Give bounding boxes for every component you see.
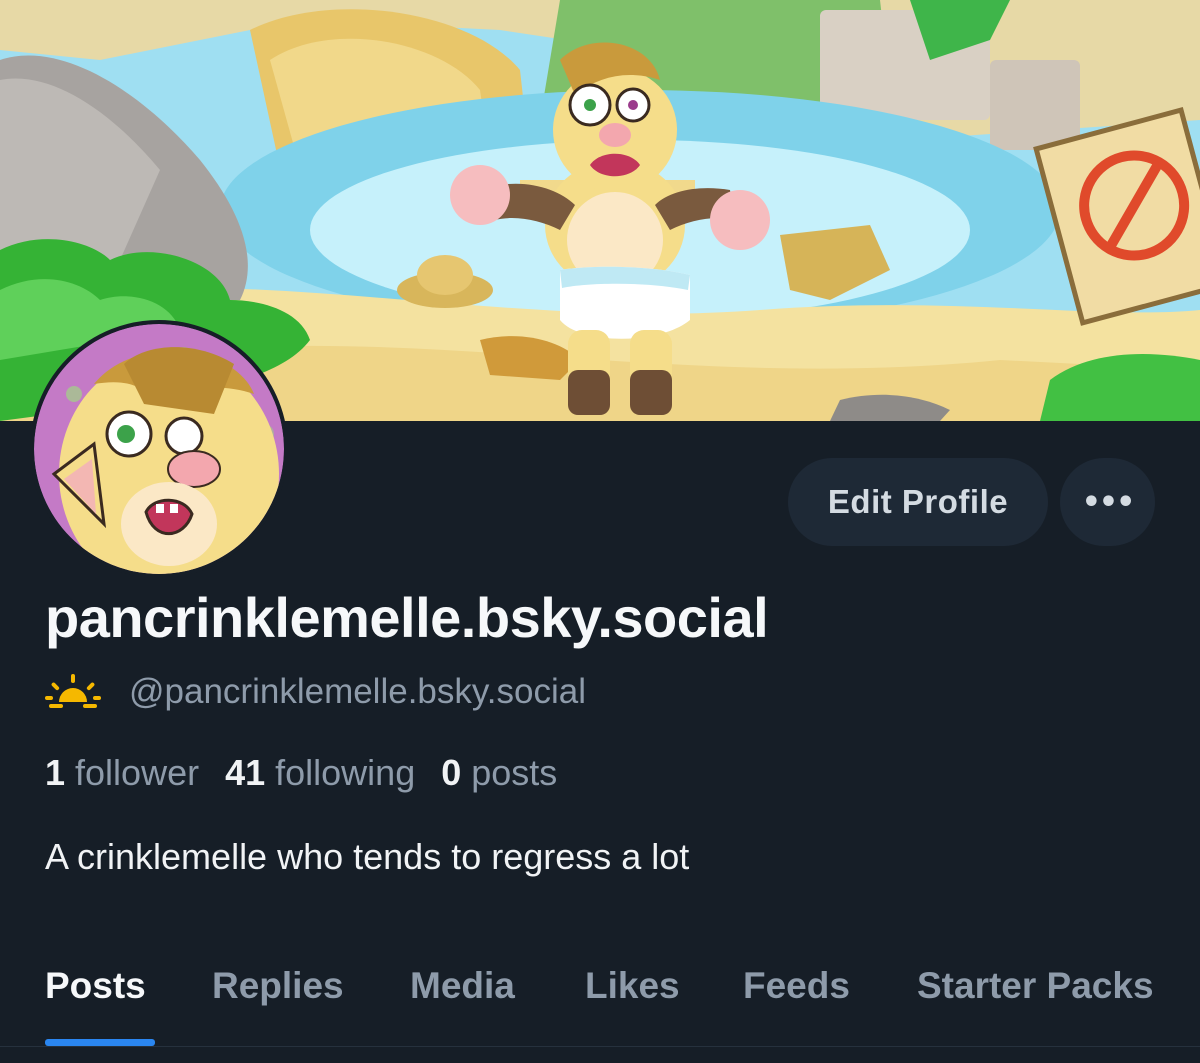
tab-likes[interactable]: Likes xyxy=(585,965,680,1007)
profile-handle: @pancrinklemelle.bsky.social xyxy=(129,672,586,711)
followers-stat[interactable]: 1 follower xyxy=(45,752,199,794)
profile-stats: 1 follower 41 following 0 posts xyxy=(45,752,583,794)
following-label: following xyxy=(275,752,416,793)
tab-replies[interactable]: Replies xyxy=(212,965,344,1007)
tab-media[interactable]: Media xyxy=(410,965,515,1007)
avatar-illustration xyxy=(34,324,284,574)
followers-count: 1 xyxy=(45,752,66,793)
profile-avatar[interactable] xyxy=(30,320,288,578)
profile-bio: A crinklemelle who tends to regress a lo… xyxy=(45,836,690,877)
tab-feeds[interactable]: Feeds xyxy=(743,965,850,1007)
handle-row: @pancrinklemelle.bsky.social xyxy=(45,672,586,712)
tabs-divider xyxy=(0,1046,1200,1047)
display-name: pancrinklemelle.bsky.social xyxy=(45,586,769,649)
followers-label: follower xyxy=(75,752,200,793)
tab-posts[interactable]: Posts xyxy=(45,965,146,1007)
active-tab-indicator xyxy=(45,1039,155,1046)
posts-count: 0 xyxy=(441,752,462,793)
posts-stat: 0 posts xyxy=(441,752,557,794)
edit-profile-button[interactable]: Edit Profile xyxy=(788,458,1048,546)
tab-starter-packs[interactable]: Starter Packs xyxy=(917,965,1154,1007)
profile-tabs: Posts Replies Media Likes Feeds Starter … xyxy=(0,955,1200,1063)
more-options-button[interactable]: ••• xyxy=(1060,458,1155,546)
sunrise-icon xyxy=(45,674,101,708)
posts-label: posts xyxy=(471,752,558,793)
following-stat[interactable]: 41 following xyxy=(225,752,415,794)
following-count: 41 xyxy=(225,752,266,793)
